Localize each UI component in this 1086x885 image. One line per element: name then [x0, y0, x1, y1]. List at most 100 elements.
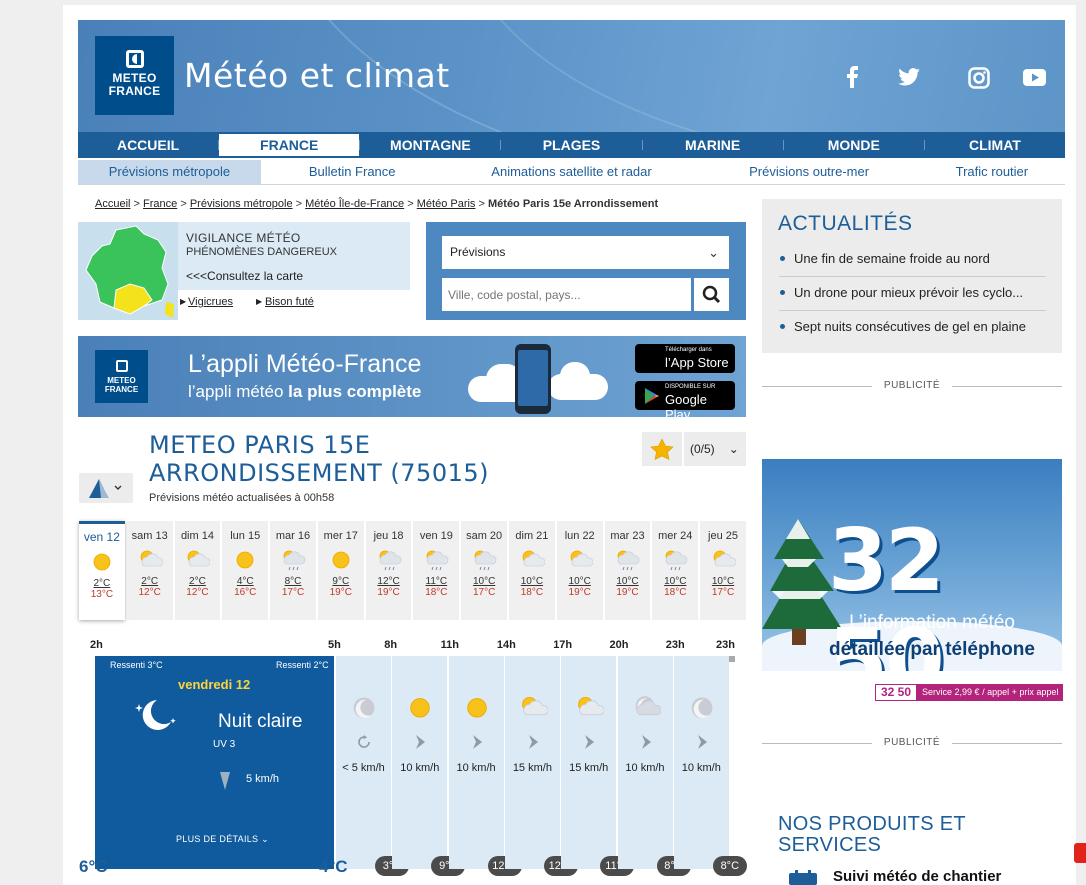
youtube-icon[interactable]	[1023, 69, 1046, 86]
subnav-item-animations[interactable]: Animations satellite et radar	[444, 160, 700, 184]
day-tab[interactable]: jeu 25 10°C 17°C	[700, 521, 746, 620]
google-play-button[interactable]: DISPONIBLE SUR Google Play	[635, 381, 735, 417]
logo-mark-icon	[115, 360, 128, 372]
ad-line1: L’information météo	[849, 612, 1015, 633]
meteo-france-logo[interactable]: METEO FRANCE	[95, 36, 174, 115]
products-title: NOS PRODUITS ET SERVICES	[778, 813, 966, 856]
wind-direction-icon	[472, 735, 482, 749]
day-tab[interactable]: mar 16 8°C 17°C	[270, 521, 316, 620]
day-tab[interactable]: mer 17 9°C 19°C	[317, 521, 364, 620]
day-tab[interactable]: lun 22 10°C 19°C	[556, 521, 603, 620]
breadcrumb-link[interactable]: France	[143, 198, 177, 210]
day-tab[interactable]: lun 15 4°C 16°C	[222, 521, 269, 620]
day-min-temp: 10°C	[472, 576, 496, 587]
day-weather-icon	[567, 548, 594, 572]
sun-icon	[410, 698, 430, 718]
vigicrues-link[interactable]: Vigicrues	[188, 296, 233, 308]
day-max-temp: 18°C	[520, 587, 544, 598]
mountain-toggle-button[interactable]	[79, 473, 133, 503]
nav-item-plages[interactable]: PLAGES	[501, 132, 641, 158]
ad-line2: détaillée par téléphone	[829, 639, 1035, 660]
hour-wind-icon	[523, 732, 543, 757]
hourly-column[interactable]: 10 km/h	[617, 656, 673, 869]
google-play-icon	[645, 388, 659, 404]
wind-direction-icon	[641, 735, 651, 749]
hourly-column[interactable]: 15 km/h	[561, 656, 617, 869]
day-max-temp: 16°C	[234, 587, 257, 598]
facebook-icon[interactable]	[845, 66, 859, 88]
search-button[interactable]	[694, 278, 729, 311]
day-name: dim 14	[180, 530, 214, 542]
favorites-dropdown[interactable]: (0/5) ⌄	[684, 432, 746, 466]
vigilance-cta[interactable]: <<<Consultez la carte	[186, 269, 303, 283]
more-details-link[interactable]: PLUS DE DÉTAILS ⌄	[176, 834, 269, 845]
subnav-item-outre-mer[interactable]: Prévisions outre-mer	[699, 160, 918, 184]
bison-fute-link[interactable]: Bison futé	[265, 296, 314, 308]
ad-3250[interactable]: 32 50 L’information météo détaillée par …	[762, 459, 1062, 671]
twitter-icon[interactable]	[898, 68, 920, 86]
day-tab[interactable]: dim 14 2°C 12°C	[174, 521, 221, 620]
cloud-rain-icon	[379, 550, 401, 571]
day-tab[interactable]: jeu 18 12°C 19°C	[365, 521, 412, 620]
day-min-temp: 10°C	[520, 576, 544, 587]
nav-item-france[interactable]: FRANCE	[219, 134, 360, 156]
city-search-input[interactable]	[442, 278, 691, 311]
moon-icon	[691, 697, 713, 719]
hour-wind-icon	[692, 732, 712, 757]
instagram-icon[interactable]	[968, 67, 990, 89]
hour-wind-speed: 10 km/h	[456, 762, 496, 774]
news-item[interactable]: Un drone pour mieux prévoir les cyclo...	[779, 285, 1046, 300]
day-tab[interactable]: sam 13 2°C 12°C	[126, 521, 173, 620]
day-min-temp: 2°C	[141, 576, 159, 587]
hour-weather-icon	[631, 694, 661, 729]
favorite-widget[interactable]: (0/5) ⌄	[642, 432, 746, 466]
nav-item-accueil[interactable]: ACCUEIL	[78, 132, 218, 158]
search-icon	[702, 285, 721, 304]
day-min-temp: 12°C	[377, 576, 400, 587]
subnav-item-trafic-routier[interactable]: Trafic routier	[919, 160, 1065, 184]
news-item[interactable]: Sept nuits consécutives de gel en plaine	[779, 319, 1046, 334]
day-name: ven 19	[419, 530, 453, 542]
favorite-button[interactable]	[642, 432, 682, 466]
day-min-temp: 2°C	[93, 578, 111, 589]
hourly-column[interactable]: < 5 km/h	[336, 656, 391, 869]
vigilance-map[interactable]	[78, 222, 178, 320]
current-conditions-card[interactable]: Ressenti 3°C Ressenti 2°C vendredi 12 Nu…	[95, 656, 334, 869]
day-max-temp: 17°C	[711, 587, 735, 598]
day-max-temp: 19°C	[377, 587, 400, 598]
breadcrumb-link[interactable]: Météo Île-de-France	[305, 198, 404, 210]
breadcrumb-link[interactable]: Météo Paris	[417, 198, 476, 210]
day-tab[interactable]: ven 12 2°C 13°C	[79, 521, 125, 620]
day-weather-icon	[662, 548, 688, 572]
hourly-column[interactable]: 15 km/h	[504, 656, 560, 869]
nav-item-monde[interactable]: MONDE	[784, 132, 924, 158]
subnav-item-bulletin-france[interactable]: Bulletin France	[261, 160, 444, 184]
day-tab[interactable]: dim 21 10°C 18°C	[509, 521, 555, 620]
nav-item-montagne[interactable]: MONTAGNE	[360, 132, 500, 158]
hourly-column[interactable]: 10 km/h	[673, 656, 729, 869]
nav-item-marine[interactable]: MARINE	[643, 132, 783, 158]
hourly-column[interactable]: 10 km/h	[448, 656, 504, 869]
day-tab[interactable]: sam 20 10°C 17°C	[461, 521, 508, 620]
day-name: lun 15	[230, 530, 261, 542]
app-store-button[interactable]: Télécharger dans l’App Store	[635, 344, 735, 373]
day-min-temp: 10°C	[568, 576, 591, 587]
day-max-temp: 13°C	[90, 589, 114, 600]
breadcrumb-link[interactable]: Prévisions métropole	[190, 198, 293, 210]
day-tab[interactable]: mar 23 10°C 19°C	[604, 521, 651, 620]
moon-icon	[353, 697, 375, 719]
nav-item-climat[interactable]: CLIMAT	[925, 132, 1065, 158]
day-tab[interactable]: mer 24 10°C 18°C	[652, 521, 699, 620]
news-item[interactable]: Une fin de semaine froide au nord	[779, 251, 1046, 266]
calendar-icon	[789, 870, 817, 885]
day-tab[interactable]: ven 19 11°C 18°C	[413, 521, 460, 620]
feedback-tab[interactable]	[1074, 843, 1086, 863]
breadcrumb-link[interactable]: Accueil	[95, 198, 130, 210]
app-banner[interactable]: METEO FRANCE L’appli Météo-France l’appl…	[78, 336, 746, 417]
forecast-type-select[interactable]: Prévisions ⌄	[442, 236, 729, 269]
hour-weather-icon	[574, 694, 605, 729]
vigilance-widget[interactable]: VIGILANCE MÉTÉO PHÉNOMÈNES DANGEREUX <<<…	[78, 222, 410, 320]
subnav-item-previsions-metropole[interactable]: Prévisions métropole	[78, 160, 261, 184]
product-item[interactable]: Suivi météo de chantier	[833, 868, 1001, 885]
hourly-column[interactable]: 10 km/h	[392, 656, 448, 869]
